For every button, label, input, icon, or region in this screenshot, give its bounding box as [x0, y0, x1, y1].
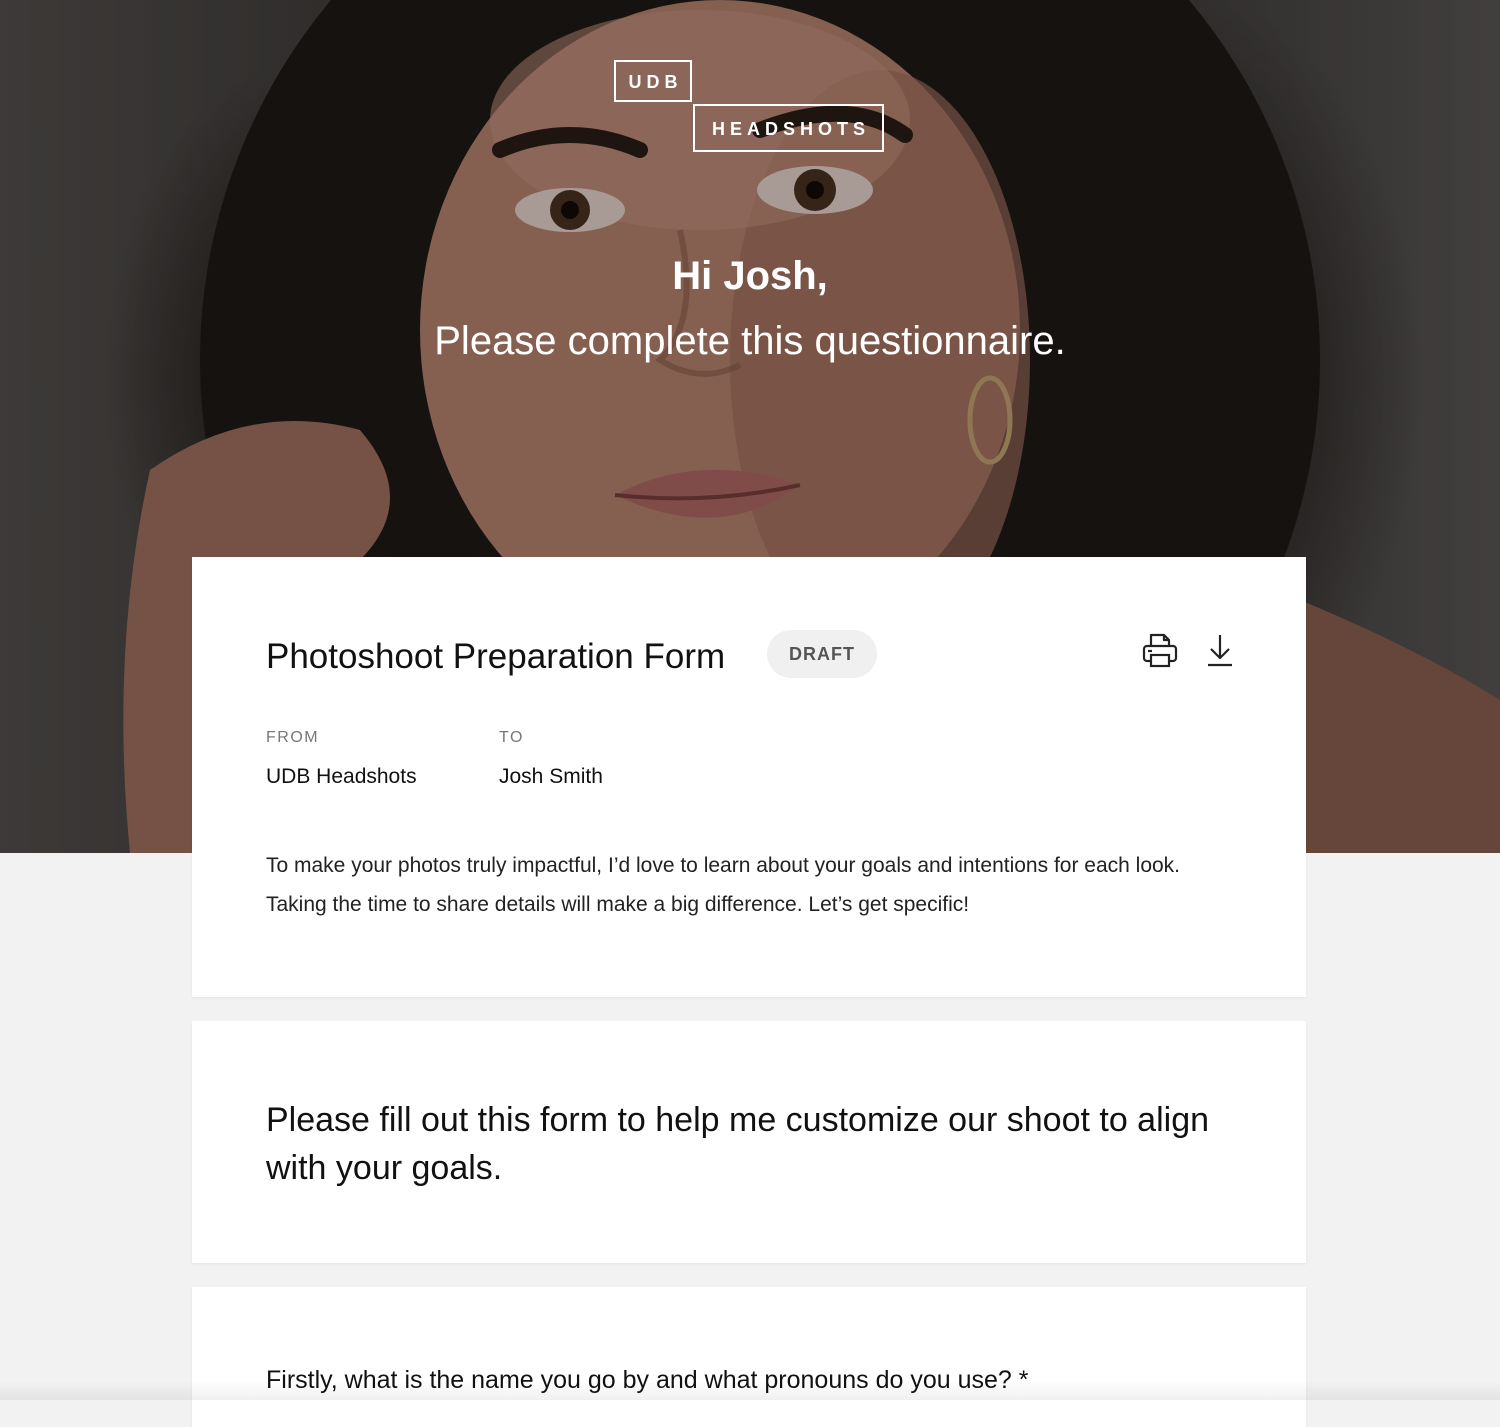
to-label: TO: [499, 729, 524, 746]
download-button[interactable]: [1200, 631, 1240, 671]
logo-text-udb: UDB: [628, 72, 683, 92]
print-button[interactable]: [1140, 631, 1180, 671]
question-card: Firstly, what is the name you go by and …: [192, 1287, 1306, 1427]
from-value: UDB Headshots: [266, 765, 417, 788]
from-label: FROM: [266, 729, 320, 746]
logo-text-headshots: HEADSHOTS: [711, 119, 870, 139]
greeting-heading: Hi Josh,: [672, 254, 828, 298]
question-name-pronouns: Firstly, what is the name you go by and …: [266, 1366, 1029, 1394]
form-header-card: Photoshoot Preparation Form DRAFT FROM U…: [192, 557, 1306, 997]
to-value: Josh Smith: [499, 765, 603, 788]
printer-icon: [1142, 633, 1178, 668]
status-badge: DRAFT: [767, 630, 877, 678]
questionnaire-subtitle: Please complete this questionnaire.: [434, 319, 1066, 363]
download-icon: [1208, 635, 1232, 667]
udb-headshots-logo[interactable]: UDB HEADSHOTS: [614, 60, 886, 154]
form-description: To make your photos truly impactful, I’d…: [266, 854, 1181, 916]
intro-card: Please fill out this form to help me cus…: [192, 1021, 1306, 1263]
form-title: Photoshoot Preparation Form: [266, 637, 726, 676]
intro-text: Please fill out this form to help me cus…: [266, 1101, 1210, 1187]
